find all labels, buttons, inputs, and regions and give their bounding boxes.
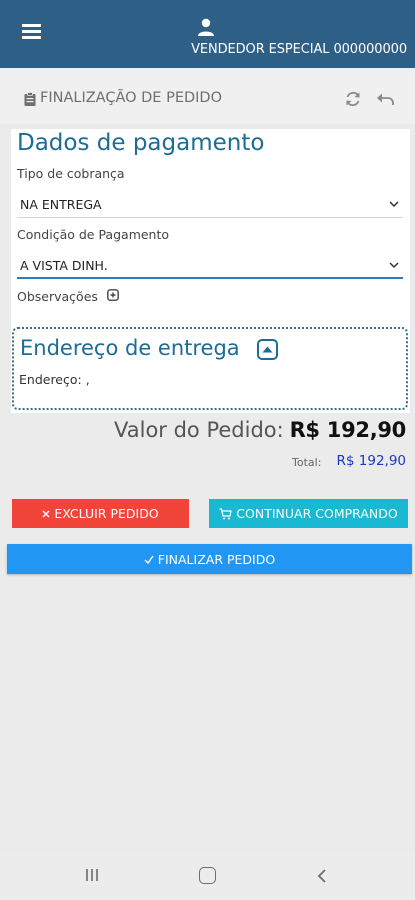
chevron-down-icon xyxy=(389,201,399,208)
tipo-cobranca-select[interactable]: NA ENTREGA xyxy=(17,190,403,218)
plus-box-icon[interactable] xyxy=(107,289,119,301)
page-title: FINALIZAÇÃO DE PEDIDO xyxy=(40,90,223,106)
excluir-pedido-button[interactable]: EXCLUIR PEDIDO xyxy=(12,499,189,528)
back-icon[interactable] xyxy=(317,868,327,884)
menu-icon[interactable] xyxy=(22,24,41,39)
continuar-comprando-label: CONTINUAR COMPRANDO xyxy=(236,506,398,521)
payment-section-title: Dados de pagamento xyxy=(17,130,265,156)
chevron-down-icon xyxy=(389,262,399,269)
observacoes-label[interactable]: Observações xyxy=(17,289,98,304)
finalizar-pedido-label: FINALIZAR PEDIDO xyxy=(157,551,276,567)
tipo-cobranca-label: Tipo de cobrança xyxy=(17,166,125,181)
user-icon[interactable] xyxy=(196,17,216,37)
address-section-title: Endereço de entrega xyxy=(20,336,240,360)
cart-icon xyxy=(219,507,233,519)
check-icon xyxy=(144,555,154,564)
home-icon[interactable] xyxy=(199,867,216,884)
condicao-pagamento-value: A VISTA DINH. xyxy=(20,258,108,273)
finalizar-pedido-button[interactable]: FINALIZAR PEDIDO xyxy=(7,544,412,574)
endereco-text: Endereço: , xyxy=(19,372,90,387)
total-amount: R$ 192,90 xyxy=(336,453,407,469)
vendor-label: VENDEDOR ESPECIAL 000000000 xyxy=(191,42,407,57)
collapse-icon[interactable] xyxy=(257,339,278,360)
close-icon xyxy=(42,510,50,517)
clipboard-icon xyxy=(24,92,36,106)
recent-apps-icon[interactable] xyxy=(85,868,99,882)
condicao-pagamento-label: Condição de Pagamento xyxy=(17,227,170,242)
undo-icon[interactable] xyxy=(376,90,396,108)
condicao-pagamento-select[interactable]: A VISTA DINH. xyxy=(17,251,403,279)
total-label: Total: xyxy=(292,456,322,469)
valor-pedido-amount: R$ 192,90 xyxy=(289,418,407,442)
continuar-comprando-button[interactable]: CONTINUAR COMPRANDO xyxy=(209,499,408,528)
tipo-cobranca-value: NA ENTREGA xyxy=(20,197,102,212)
refresh-icon[interactable] xyxy=(343,89,363,109)
excluir-pedido-label: EXCLUIR PEDIDO xyxy=(54,506,159,521)
valor-pedido-label: Valor do Pedido: xyxy=(114,418,284,442)
